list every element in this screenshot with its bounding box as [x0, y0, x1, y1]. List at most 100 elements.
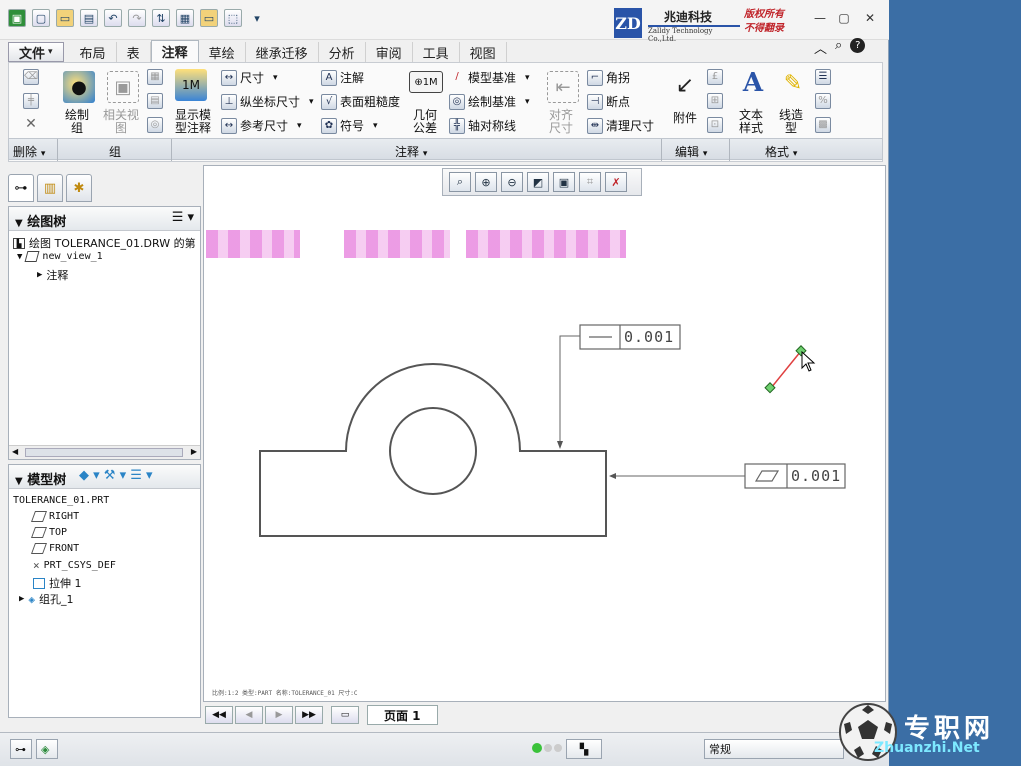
draw-group-icon[interactable]: ● [63, 71, 95, 103]
tab-layout[interactable]: 布局 [70, 42, 117, 62]
redo-icon[interactable]: ↷ [128, 9, 146, 27]
selection-filter-dropdown[interactable]: 常规 [704, 739, 844, 759]
symbol-button[interactable]: ✿ 符号 ▾ [321, 117, 378, 134]
maximize-icon[interactable]: ▢ [836, 10, 852, 26]
last-page-icon[interactable]: ▶▶ [295, 706, 323, 724]
tab-analysis[interactable]: 分析 [319, 42, 366, 62]
tree-item-view[interactable]: ▼ new_view_1 [17, 251, 103, 262]
tol-value-right[interactable]: 0.001 [791, 467, 841, 485]
line-style-button[interactable]: 线造 型 [779, 109, 803, 135]
tab-view[interactable]: 视图 [460, 42, 507, 62]
tree-item-extrude[interactable]: 拉伸 1 [33, 575, 82, 591]
customize-icon[interactable]: ▾ [248, 9, 266, 27]
geometric-tolerance-icon[interactable]: ⊕1M [409, 71, 443, 93]
tab-sketch[interactable]: 草绘 [199, 42, 246, 62]
navigator-toggle-icon[interactable]: ⊶ [10, 739, 32, 759]
open-icon[interactable]: ▭ [56, 9, 74, 27]
folder-icon[interactable]: ▭ [200, 9, 218, 27]
minimize-icon[interactable]: — [812, 10, 828, 26]
new-icon[interactable]: ▢ [32, 9, 50, 27]
tree-item-part[interactable]: TOLERANCE_01.PRT [13, 495, 109, 506]
model-tree-tools-icon[interactable]: ◆ ▾ ⚒ ▾ ☰ ▾ [79, 468, 153, 483]
edit-tool-icon-1[interactable]: £ [707, 69, 723, 85]
expand-icon[interactable]: ▼ [17, 252, 22, 262]
group-annotate[interactable]: 注释 ▾ [395, 143, 427, 160]
folder-browser-tab-icon[interactable]: ▥ [37, 174, 63, 202]
tab-annotate[interactable]: 注释 [150, 40, 199, 62]
reference-dimension-button[interactable]: ↔ 参考尺寸 ▾ [221, 117, 302, 134]
axis-symmetry-button[interactable]: ╬ 轴对称线 [449, 117, 516, 134]
page-tab[interactable]: 页面 1 [367, 705, 438, 725]
align-dimension-icon[interactable]: ⇤ [547, 71, 579, 103]
group-edit[interactable]: 编辑 ▾ [675, 143, 707, 160]
geometric-tolerance-button[interactable]: 几何 公差 [413, 109, 437, 135]
tab-legacy-migration[interactable]: 继承迁移 [246, 42, 319, 62]
tab-review[interactable]: 审阅 [366, 42, 413, 62]
tree-settings-icon[interactable]: ☰ ▾ [172, 210, 194, 225]
new-page-icon[interactable]: ▭ [331, 706, 359, 724]
note-button[interactable]: A 注解 [321, 69, 364, 86]
ordinate-dimension-button[interactable]: ⊥ 纵坐标尺寸 ▾ [221, 93, 314, 110]
show-model-annotations-icon[interactable]: 1M [175, 69, 207, 101]
related-view-button[interactable]: 相关视 图 [103, 109, 139, 135]
edit-tool-icon-3[interactable]: ⊡ [707, 117, 723, 133]
text-style-button[interactable]: 文本 样式 [739, 109, 763, 135]
tree-item-front[interactable]: FRONT [30, 543, 79, 554]
corner-button[interactable]: ⌐ 角拐 [587, 69, 630, 86]
group-tool-icon-1[interactable]: ▦ [147, 69, 163, 85]
attach-icon[interactable]: ↙ [669, 69, 701, 101]
tree-item-csys[interactable]: ⨯ PRT_CSYS_DEF [33, 559, 116, 572]
tab-file[interactable]: 文件 ▾ [8, 42, 64, 62]
text-style-icon[interactable]: A [737, 67, 769, 99]
expand-icon[interactable]: ▶ [19, 594, 24, 604]
format-tool-icon-3[interactable]: ▩ [815, 117, 831, 133]
tree-item-right[interactable]: RIGHT [30, 511, 79, 522]
regenerate-icon[interactable]: ⇅ [152, 9, 170, 27]
zoom-out-icon[interactable]: ⊖ [501, 172, 523, 192]
group-tool-icon-2[interactable]: ▤ [147, 93, 163, 109]
draw-datum-button[interactable]: ◎ 绘制基准 ▾ [449, 93, 530, 110]
close-icon[interactable]: ✕ [862, 10, 878, 26]
align-dimension-button[interactable]: 对齐 尺寸 [549, 109, 573, 135]
app-icon[interactable]: ▣ [8, 9, 26, 27]
edit-tool-icon-2[interactable]: ⊞ [707, 93, 723, 109]
draw-group-button[interactable]: 绘制 组 [65, 109, 89, 135]
scroll-right-icon[interactable]: ▶ [191, 447, 197, 456]
first-page-icon[interactable]: ◀◀ [205, 706, 233, 724]
help-icon[interactable]: ? [850, 38, 866, 53]
next-page-icon[interactable]: ▶ [265, 706, 293, 724]
collapse-icon[interactable]: ▼ [15, 476, 23, 487]
prev-page-icon[interactable]: ◀ [235, 706, 263, 724]
show-model-annotations-button[interactable]: 显示模 型注释 [175, 109, 211, 135]
expand-icon[interactable]: ▶ [37, 270, 42, 280]
annotation-display-icon[interactable]: ✗ [605, 172, 627, 192]
undo-icon[interactable]: ↶ [104, 9, 122, 27]
display-style-icon[interactable]: ▣ [553, 172, 575, 192]
browser-toggle-icon[interactable]: ◈ [36, 739, 58, 759]
collapse-icon[interactable]: ▼ [15, 218, 23, 229]
tab-tools[interactable]: 工具 [413, 42, 460, 62]
delete-icon[interactable]: ✕ [23, 117, 39, 133]
filter-icon[interactable]: ▚ [566, 739, 602, 759]
attach-button[interactable]: 附件 [673, 109, 697, 126]
group-delete[interactable]: 删除 ▾ [13, 143, 45, 160]
model-datum-button[interactable]: / 模型基准 ▾ [449, 69, 529, 86]
windows-icon[interactable]: ▦ [176, 9, 194, 27]
tree-item-drawing[interactable]: ▙ 绘图 TOLERANCE_01.DRW 的第 [13, 235, 196, 251]
scrollbar-thumb[interactable] [25, 448, 183, 457]
scroll-left-icon[interactable]: ◀ [12, 447, 18, 456]
tree-item-hole-group[interactable]: ▶ ◈ 组孔_1 [19, 591, 74, 607]
cleanup-dimension-button[interactable]: ⇹ 清理尺寸 [587, 117, 654, 134]
model-tree-tab-icon[interactable]: ⊶ [8, 174, 34, 202]
erase-icon[interactable]: ⌫ [23, 69, 39, 85]
group-format[interactable]: 格式 ▾ [765, 143, 797, 160]
save-icon[interactable]: ▤ [80, 9, 98, 27]
select-box-icon[interactable]: ⬚ [224, 9, 242, 27]
horizontal-scrollbar[interactable]: ◀ ▶ [9, 445, 200, 459]
datum-display-icon[interactable]: ⌗ [579, 172, 601, 192]
search-icon[interactable]: ⌕ [835, 38, 842, 57]
zoom-fit-icon[interactable]: ⌕ [449, 172, 471, 192]
tree-item-top[interactable]: TOP [30, 527, 67, 538]
breakpoint-button[interactable]: ⊣ 断点 [587, 93, 630, 110]
zoom-in-icon[interactable]: ⊕ [475, 172, 497, 192]
